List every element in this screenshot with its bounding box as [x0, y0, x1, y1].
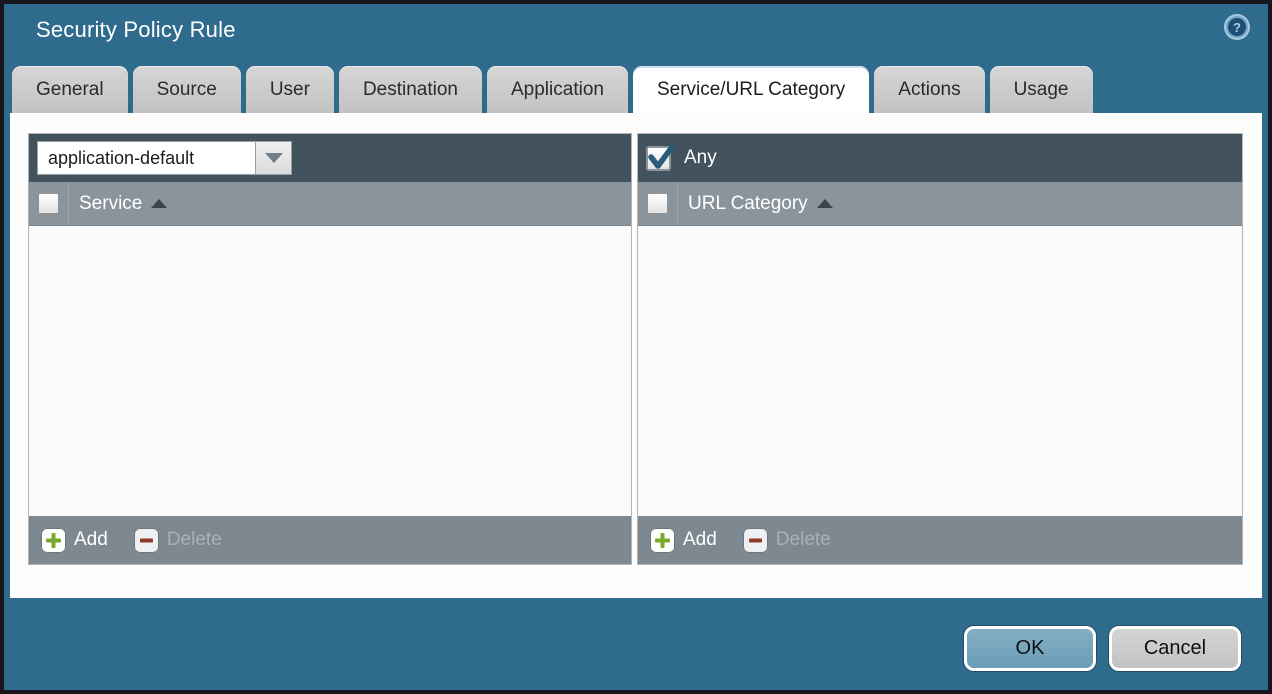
- service-column-header[interactable]: Service: [79, 193, 167, 215]
- tab-usage[interactable]: Usage: [990, 66, 1093, 113]
- url-category-delete-label: Delete: [776, 529, 831, 551]
- service-column-header-row: Service: [29, 182, 631, 226]
- tab-actions[interactable]: Actions: [874, 66, 984, 113]
- chevron-down-icon: [265, 153, 283, 163]
- minus-icon: [743, 528, 768, 553]
- service-type-dropdown[interactable]: application-default: [37, 141, 292, 175]
- service-list-area: [29, 226, 631, 516]
- url-category-column-header[interactable]: URL Category: [688, 193, 833, 215]
- url-category-column-label: URL Category: [688, 193, 808, 215]
- url-category-list-area: [638, 226, 1242, 516]
- service-add-label: Add: [74, 529, 108, 551]
- tab-user[interactable]: User: [246, 66, 334, 113]
- url-category-panel: Any URL Category: [637, 133, 1243, 565]
- service-toolbar: application-default: [29, 134, 631, 182]
- security-policy-rule-dialog: Security Policy Rule ? General Source Us…: [0, 0, 1272, 694]
- url-category-delete-button[interactable]: Delete: [743, 528, 831, 553]
- service-panel: application-default Service: [28, 133, 632, 565]
- ok-button[interactable]: OK: [964, 626, 1096, 671]
- url-category-panel-footer: Add Delete: [638, 516, 1242, 564]
- service-delete-button[interactable]: Delete: [134, 528, 222, 553]
- sort-ascending-icon: [151, 199, 167, 208]
- service-select-all-cell: [29, 182, 69, 225]
- service-column-label: Service: [79, 193, 142, 215]
- url-category-column-header-row: URL Category: [638, 182, 1242, 226]
- url-category-toolbar: Any: [638, 134, 1242, 182]
- service-type-dropdown-button[interactable]: [255, 141, 292, 175]
- sort-ascending-icon: [817, 199, 833, 208]
- tab-general[interactable]: General: [12, 66, 128, 113]
- service-panel-footer: Add Delete: [29, 516, 631, 564]
- tab-application[interactable]: Application: [487, 66, 628, 113]
- dialog-actions: OK Cancel: [964, 626, 1241, 671]
- service-delete-label: Delete: [167, 529, 222, 551]
- url-category-select-all-cell: [638, 182, 678, 225]
- url-category-add-label: Add: [683, 529, 717, 551]
- service-add-button[interactable]: Add: [41, 528, 108, 553]
- service-select-all-checkbox[interactable]: [37, 192, 60, 215]
- tab-service-url-category[interactable]: Service/URL Category: [633, 66, 869, 113]
- dialog-title: Security Policy Rule: [36, 17, 236, 43]
- tab-bar: General Source User Destination Applicat…: [12, 66, 1093, 113]
- minus-icon: [134, 528, 159, 553]
- any-checkbox-label[interactable]: Any: [684, 147, 717, 169]
- plus-icon: [650, 528, 675, 553]
- help-icon[interactable]: ?: [1222, 12, 1252, 42]
- plus-icon: [41, 528, 66, 553]
- tab-source[interactable]: Source: [133, 66, 241, 113]
- cancel-button[interactable]: Cancel: [1109, 626, 1241, 671]
- any-checkbox[interactable]: [646, 146, 671, 171]
- dialog-body: application-default Service: [10, 113, 1262, 598]
- svg-text:?: ?: [1233, 20, 1241, 35]
- url-category-add-button[interactable]: Add: [650, 528, 717, 553]
- service-type-dropdown-value[interactable]: application-default: [37, 141, 255, 175]
- tab-destination[interactable]: Destination: [339, 66, 482, 113]
- url-category-select-all-checkbox[interactable]: [646, 192, 669, 215]
